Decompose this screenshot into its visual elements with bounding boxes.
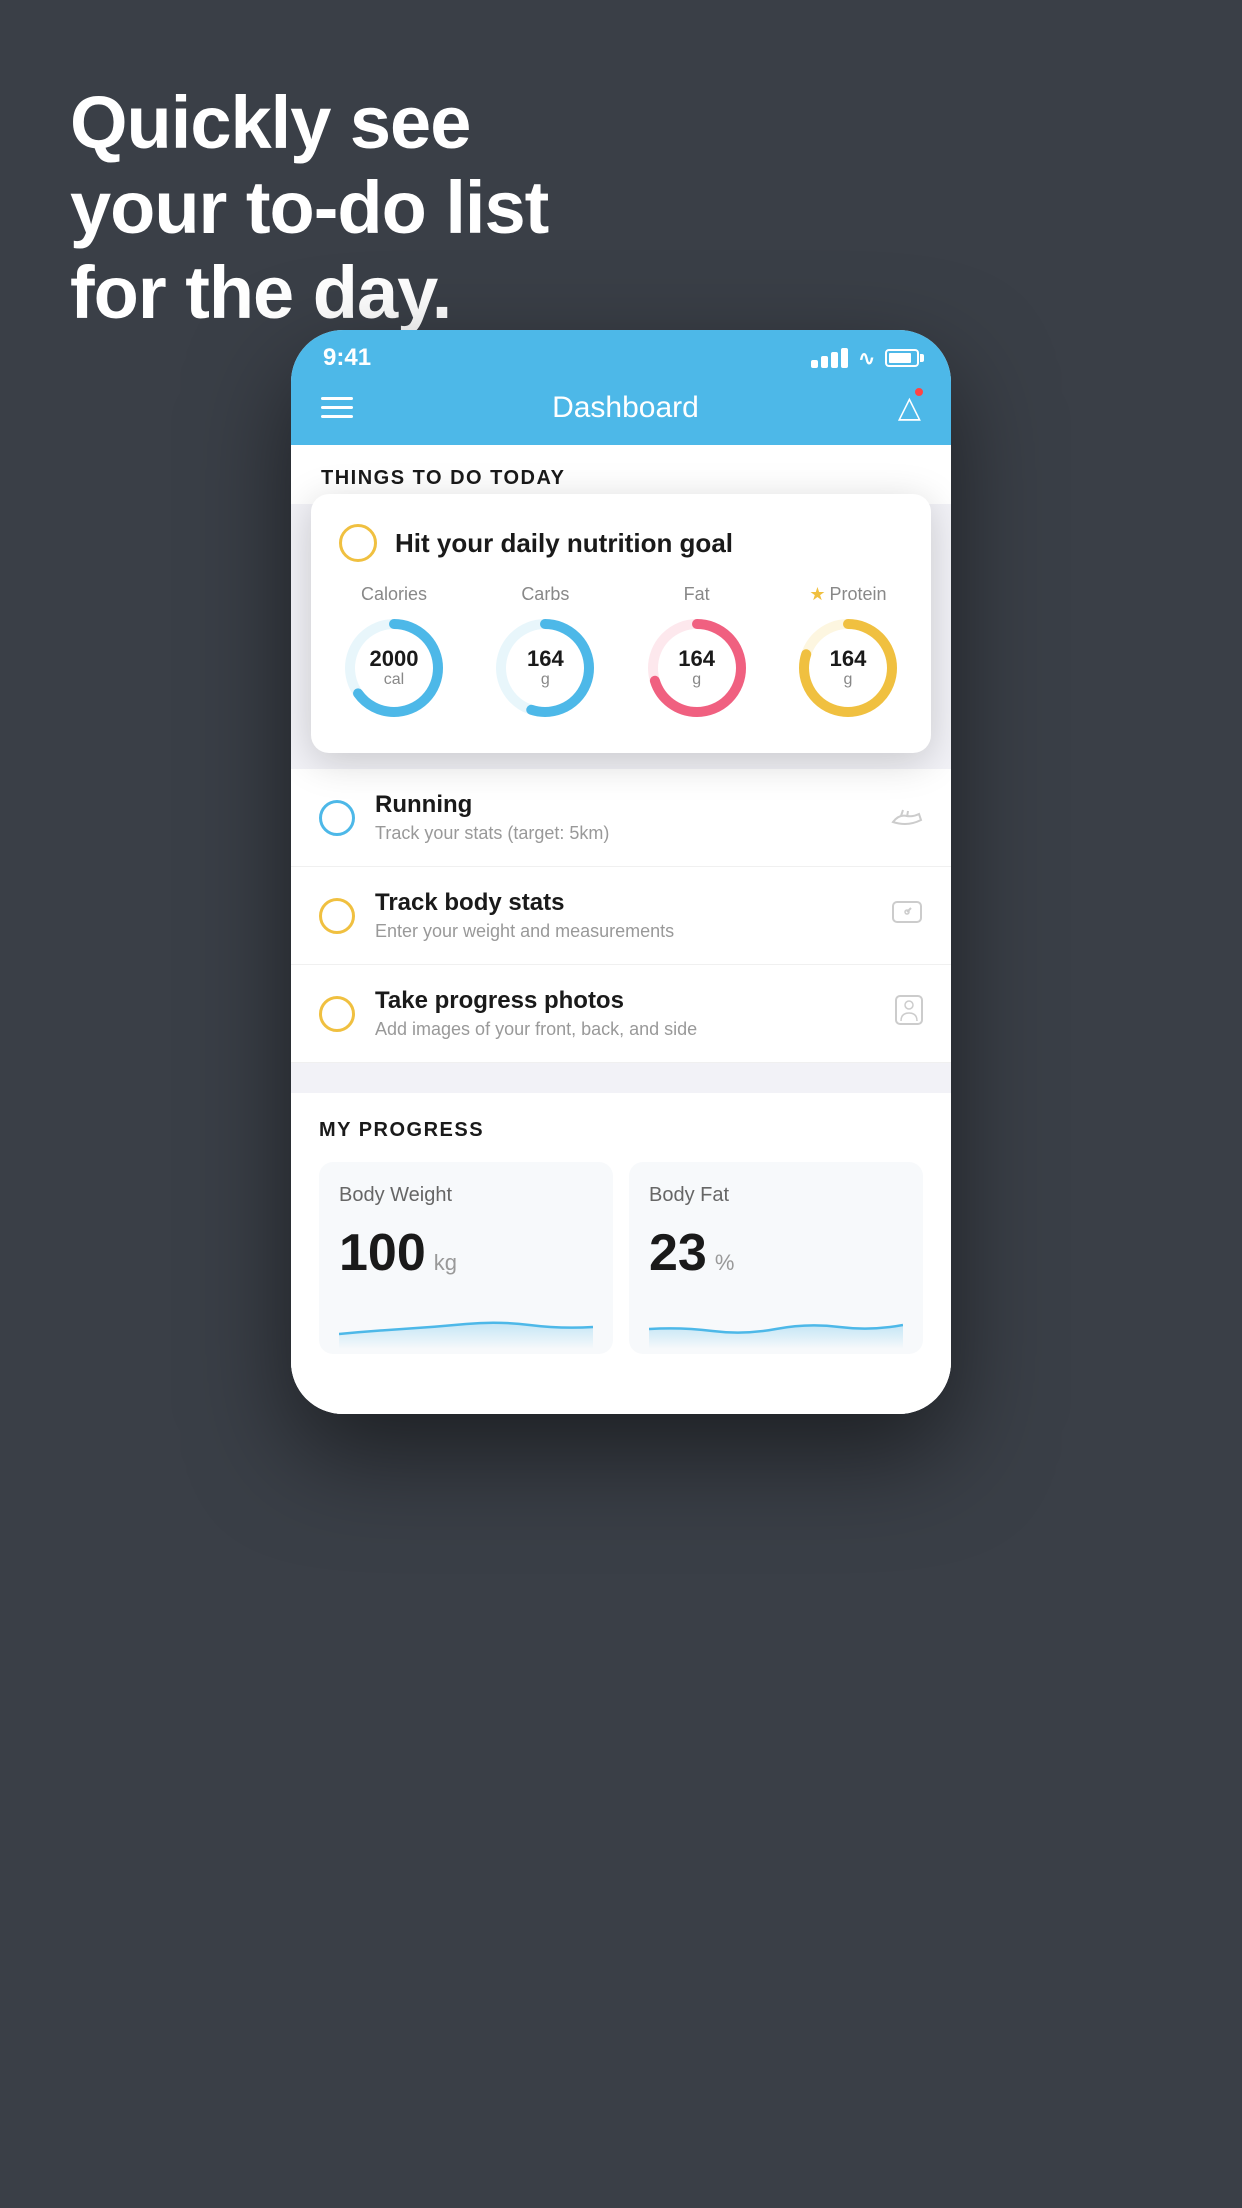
carbs-donut: 164 g <box>490 613 600 723</box>
fat-label: Fat <box>684 584 710 605</box>
photos-subtitle: Add images of your front, back, and side <box>375 1019 875 1040</box>
person-icon <box>895 995 923 1032</box>
signal-icon <box>811 348 848 368</box>
fat-value: 164 <box>678 647 715 671</box>
nutrition-fat: Fat 164 g <box>642 584 752 723</box>
status-bar: 9:41 ∿ <box>291 330 951 380</box>
fat-donut: 164 g <box>642 613 752 723</box>
body-weight-card[interactable]: Body Weight 100 kg <box>319 1162 613 1354</box>
calories-unit: cal <box>370 671 419 689</box>
protein-label: ★Protein <box>809 584 886 605</box>
hero-line2: your to-do list <box>70 166 548 249</box>
todo-body-stats[interactable]: Track body stats Enter your weight and m… <box>291 867 951 965</box>
body-fat-sparkline <box>649 1299 903 1349</box>
protein-value: 164 <box>830 647 867 671</box>
body-stats-text: Track body stats Enter your weight and m… <box>375 889 871 942</box>
photos-title: Take progress photos <box>375 987 875 1015</box>
running-subtitle: Track your stats (target: 5km) <box>375 823 871 844</box>
photos-text: Take progress photos Add images of your … <box>375 987 875 1040</box>
body-stats-check-circle <box>319 898 355 934</box>
battery-icon <box>885 349 919 367</box>
phone-mockup: 9:41 ∿ Dashboard △ THINGS TO DO TODAY <box>291 330 951 1414</box>
todo-progress-photos[interactable]: Take progress photos Add images of your … <box>291 965 951 1063</box>
body-stats-title: Track body stats <box>375 889 871 917</box>
hero-heading: Quickly see your to-do list for the day. <box>70 80 548 335</box>
body-fat-value-row: 23 % <box>649 1223 903 1283</box>
my-progress-section: MY PROGRESS Body Weight 100 kg <box>291 1093 951 1384</box>
progress-cards: Body Weight 100 kg <box>319 1162 923 1354</box>
body-fat-unit: % <box>715 1250 735 1276</box>
nutrition-check-circle <box>339 524 377 562</box>
notifications-button[interactable]: △ <box>898 390 921 425</box>
todo-running[interactable]: Running Track your stats (target: 5km) <box>291 769 951 867</box>
nutrition-grid: Calories 2000 cal Carbs <box>339 584 903 723</box>
body-weight-unit: kg <box>434 1250 457 1276</box>
calories-value: 2000 <box>370 647 419 671</box>
running-check-circle <box>319 800 355 836</box>
running-title: Running <box>375 791 871 819</box>
star-icon: ★ <box>809 584 825 605</box>
protein-donut: 164 g <box>793 613 903 723</box>
nutrition-carbs: Carbs 164 g <box>490 584 600 723</box>
nutrition-card[interactable]: Hit your daily nutrition goal Calories 2… <box>311 494 931 753</box>
protein-unit: g <box>830 671 867 689</box>
body-stats-subtitle: Enter your weight and measurements <box>375 921 871 942</box>
status-icons: ∿ <box>811 346 919 371</box>
nutrition-protein: ★Protein 164 g <box>793 584 903 723</box>
shoe-icon <box>891 800 923 835</box>
wifi-icon: ∿ <box>858 346 875 371</box>
content-area: THINGS TO DO TODAY Hit your daily nutrit… <box>291 445 951 1414</box>
body-weight-number: 100 <box>339 1223 426 1283</box>
carbs-value: 164 <box>527 647 564 671</box>
menu-button[interactable] <box>321 397 353 418</box>
nav-bar: Dashboard △ <box>291 380 951 445</box>
body-fat-card[interactable]: Body Fat 23 % <box>629 1162 923 1354</box>
fat-unit: g <box>678 671 715 689</box>
carbs-unit: g <box>527 671 564 689</box>
photos-check-circle <box>319 996 355 1032</box>
scale-icon <box>891 898 923 933</box>
spacer <box>291 1063 951 1093</box>
todo-list: Running Track your stats (target: 5km) T… <box>291 769 951 1063</box>
carbs-label: Carbs <box>521 584 569 605</box>
nutrition-goal-title: Hit your daily nutrition goal <box>395 528 733 559</box>
running-text: Running Track your stats (target: 5km) <box>375 791 871 844</box>
time-display: 9:41 <box>323 344 371 372</box>
body-weight-sparkline <box>339 1299 593 1349</box>
nutrition-card-title-row: Hit your daily nutrition goal <box>339 524 903 562</box>
calories-label: Calories <box>361 584 427 605</box>
hero-line1: Quickly see <box>70 81 470 164</box>
nutrition-calories: Calories 2000 cal <box>339 584 449 723</box>
phone-bottom <box>291 1384 951 1414</box>
nav-title: Dashboard <box>552 391 699 425</box>
body-weight-value-row: 100 kg <box>339 1223 593 1283</box>
my-progress-header: MY PROGRESS <box>319 1119 923 1142</box>
hero-line3: for the day. <box>70 251 451 334</box>
body-fat-number: 23 <box>649 1223 707 1283</box>
notification-badge <box>913 386 925 398</box>
body-weight-title: Body Weight <box>339 1184 593 1207</box>
body-fat-title: Body Fat <box>649 1184 903 1207</box>
calories-donut: 2000 cal <box>339 613 449 723</box>
